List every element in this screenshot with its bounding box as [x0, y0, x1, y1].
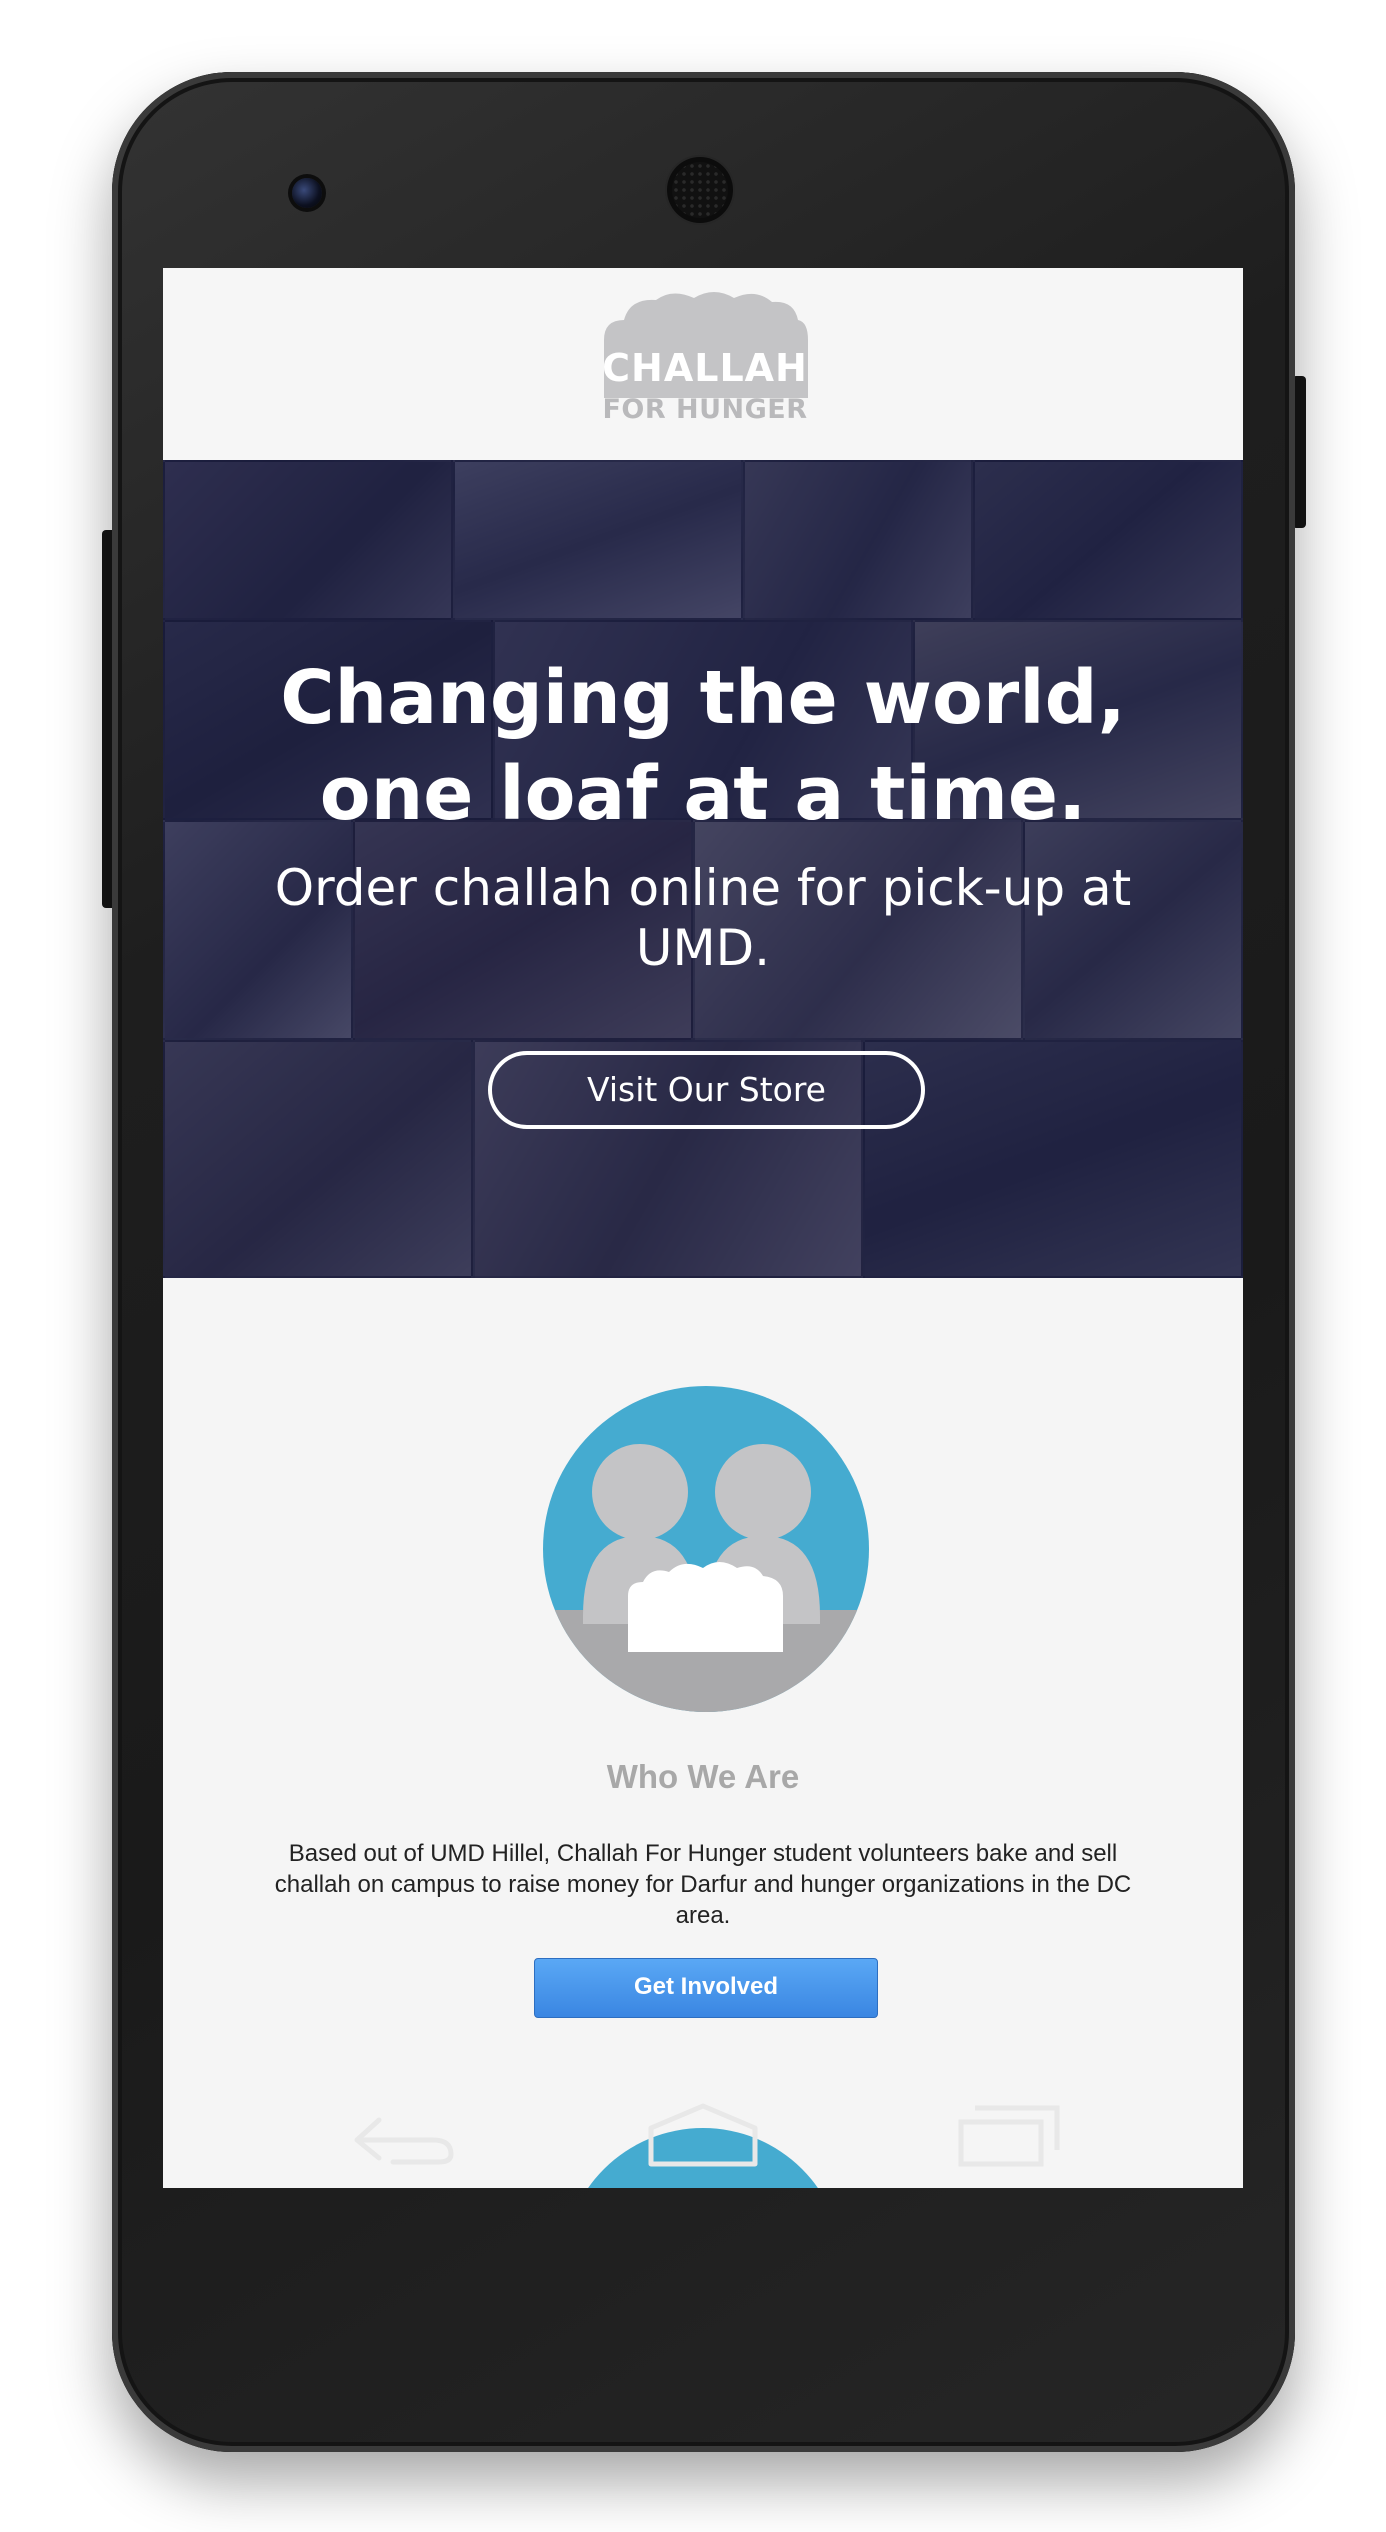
hero-headline: Changing the world, one loaf at a time. [163, 650, 1243, 842]
who-we-are-heading: Who We Are [606, 1758, 800, 1795]
who-we-are-description: Based out of UMD Hillel, Challah For Hun… [274, 1840, 1132, 1929]
visit-store-button[interactable]: Visit Our Store [488, 1051, 925, 1129]
back-icon[interactable] [353, 2110, 457, 2166]
logo-wordmark: CHALLAH [602, 346, 808, 390]
hero-headline-line2: one loaf at a time. [319, 751, 1087, 837]
hero-headline-line1: Changing the world, [280, 655, 1126, 741]
earpiece-speaker [672, 162, 728, 218]
site-header: CHALLAH FOR HUNGER [163, 268, 1243, 460]
hero-subtitle: Order challah online for pick-up at UMD. [274, 859, 1132, 977]
get-involved-button[interactable]: Get Involved [534, 1958, 878, 2018]
recent-apps-icon[interactable] [957, 2104, 1061, 2168]
device-mockup: CHALLAH FOR HUNGER Changing the world, o… [0, 0, 1386, 2532]
phone-screen: CHALLAH FOR HUNGER Changing the world, o… [163, 268, 1243, 2188]
hero-banner: Changing the world, one loaf at a time. … [163, 460, 1243, 1278]
home-icon[interactable] [647, 2102, 759, 2168]
logo-tagline: FOR HUNGER [602, 394, 808, 425]
front-camera [292, 178, 322, 208]
android-navigation-bar [163, 2088, 1243, 2188]
people-with-challah-icon [543, 1386, 869, 1712]
challah-for-hunger-logo[interactable]: CHALLAH FOR HUNGER [594, 290, 816, 426]
